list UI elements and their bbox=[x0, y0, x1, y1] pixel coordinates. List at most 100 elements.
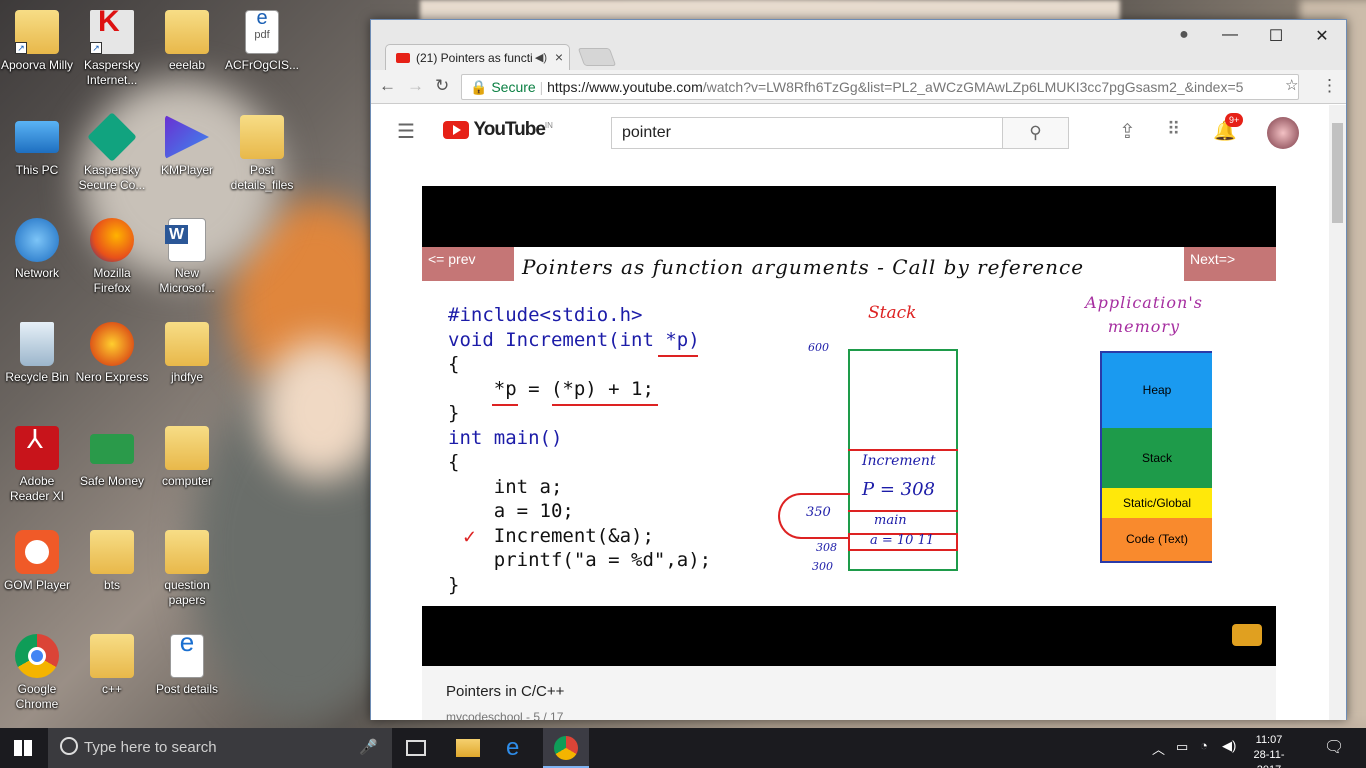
desktop-icon-computer[interactable]: computer bbox=[150, 426, 224, 489]
code-line: } bbox=[448, 573, 460, 596]
code-line: #include<stdio.h> bbox=[448, 304, 643, 326]
search-input[interactable]: pointer bbox=[611, 117, 1003, 149]
desktop-icon-apoorva[interactable]: ↗ Apoorva Milly bbox=[0, 10, 74, 73]
desktop-icon-this-pc[interactable]: This PC bbox=[0, 115, 74, 178]
code-line: printf("a = %d",a); bbox=[448, 549, 712, 571]
desktop-icon-adobe-reader[interactable]: ⅄ Adobe Reader XI bbox=[0, 426, 74, 504]
speaker-icon[interactable]: ◀) bbox=[535, 51, 547, 64]
minimize-button[interactable]: — bbox=[1215, 26, 1245, 44]
edge-icon[interactable]: e bbox=[506, 736, 530, 760]
notification-badge: 9+ bbox=[1225, 113, 1244, 127]
desktop-icon-question-papers[interactable]: question papers bbox=[150, 530, 224, 608]
search-button[interactable]: ⚲ bbox=[1003, 117, 1069, 149]
battery-icon[interactable]: ▭ bbox=[1176, 739, 1188, 755]
desktop-icon-new-microsoft[interactable]: W New Microsof... bbox=[150, 218, 224, 296]
secure-label: Secure bbox=[491, 79, 536, 95]
hamburger-menu-icon[interactable]: ☰ bbox=[397, 119, 415, 144]
desktop-icon-nero[interactable]: Nero Express bbox=[75, 322, 149, 385]
desktop-icon-jhdfye[interactable]: jhdfye bbox=[150, 322, 224, 385]
pdf-file-icon: e pdf bbox=[245, 8, 279, 54]
task-view-icon[interactable] bbox=[406, 740, 426, 756]
tab-strip: (21) Pointers as functi ◀) × ● — ☐ ✕ bbox=[371, 20, 1346, 71]
bookmark-star-icon[interactable]: ☆ bbox=[1285, 76, 1298, 94]
frame-label-increment: Increment bbox=[862, 453, 936, 469]
kaspersky-icon: K ↗ bbox=[90, 7, 134, 54]
desktop-icon-chrome[interactable]: Google Chrome bbox=[0, 634, 74, 712]
desktop-icon-acfr[interactable]: e pdf ACFrOgCIS... bbox=[225, 8, 300, 73]
wifi-icon[interactable]: ◔ bbox=[1200, 738, 1208, 753]
close-window-button[interactable]: ✕ bbox=[1307, 26, 1337, 46]
address-bar[interactable]: 🔒 Secure | https://www.youtube.com/watch… bbox=[461, 74, 1299, 100]
microphone-icon[interactable]: 🎤 bbox=[359, 738, 378, 756]
desktop-icon-label: jhdfye bbox=[170, 370, 204, 384]
new-tab-button[interactable] bbox=[577, 48, 617, 66]
stack-title: Stack bbox=[868, 303, 917, 323]
kaspersky-secure-icon bbox=[87, 112, 137, 162]
word-doc-icon: W bbox=[165, 218, 206, 262]
reload-icon[interactable]: ↻ bbox=[435, 76, 449, 96]
upload-icon[interactable]: ⇪ bbox=[1119, 119, 1136, 144]
avatar[interactable] bbox=[1267, 117, 1299, 149]
code-line: { bbox=[448, 353, 460, 375]
code-line: a = 10; bbox=[448, 500, 574, 522]
desktop-icon-label: eeelab bbox=[168, 58, 206, 72]
address-label: 600 bbox=[808, 341, 829, 354]
tab-youtube[interactable]: (21) Pointers as functi ◀) × bbox=[385, 44, 570, 71]
clock[interactable]: 11:07 28-11-2017 bbox=[1244, 733, 1294, 768]
desktop-icon-network[interactable]: Network bbox=[0, 218, 74, 281]
desktop-icon-safe-money[interactable]: Safe Money bbox=[75, 426, 149, 489]
profile-icon[interactable]: ● bbox=[1169, 26, 1199, 44]
youtube-logo[interactable]: YouTubeIN bbox=[443, 119, 553, 141]
desktop-icon-label: Recycle Bin bbox=[5, 370, 69, 384]
back-icon[interactable]: ← bbox=[379, 76, 396, 96]
file-explorer-icon[interactable] bbox=[456, 739, 480, 757]
cortana-icon bbox=[60, 737, 78, 755]
folder-icon bbox=[90, 634, 134, 678]
video-player[interactable]: <= prev Next=> Pointers as function argu… bbox=[422, 186, 1276, 666]
desktop-icon-label: This PC bbox=[15, 163, 59, 177]
desktop-icon-recycle-bin[interactable]: Recycle Bin bbox=[0, 322, 74, 385]
playlist-panel[interactable]: Pointers in C/C++ mycodeschool - 5 / 17 bbox=[422, 666, 1276, 720]
underline-mark bbox=[552, 404, 658, 406]
search-icon: ⚲ bbox=[1029, 123, 1042, 142]
chevron-up-icon[interactable]: ︿ bbox=[1152, 739, 1165, 758]
desktop-icon-bts[interactable]: bts bbox=[75, 530, 149, 593]
taskbar-search-input[interactable]: Type here to search 🎤 bbox=[48, 728, 392, 768]
tab-close-icon[interactable]: × bbox=[555, 49, 563, 65]
playlist-channel[interactable]: mycodeschool - 5 / 17 bbox=[446, 710, 563, 720]
apps-grid-icon[interactable]: ⠿ bbox=[1167, 119, 1180, 140]
desktop-icon-gom-player[interactable]: GOM Player bbox=[0, 530, 74, 593]
desktop-icon-label: ACFrOgCIS... bbox=[225, 58, 300, 72]
folder-icon bbox=[165, 10, 209, 54]
maximize-button[interactable]: ☐ bbox=[1261, 26, 1291, 46]
playlist-title[interactable]: Pointers in C/C++ bbox=[446, 683, 564, 700]
forward-icon[interactable]: → bbox=[407, 76, 424, 96]
desktop-icon-kaspersky-internet[interactable]: K ↗ Kaspersky Internet... bbox=[75, 7, 149, 88]
desktop-icon-cpp[interactable]: c++ bbox=[75, 634, 149, 697]
scrollbar-thumb[interactable] bbox=[1332, 123, 1343, 223]
notifications-icon[interactable]: 🗨 bbox=[1324, 737, 1344, 757]
taskbar: Type here to search 🎤 e ︿ ▭ ◔ ◀) 11:07 2… bbox=[0, 728, 1366, 768]
desktop-icon-kmplayer[interactable]: KMPlayer bbox=[150, 115, 224, 178]
desktop-icon-eeelab[interactable]: eeelab bbox=[150, 10, 224, 73]
frame-label-a: a = 10 11 bbox=[870, 533, 935, 548]
start-windows-icon[interactable] bbox=[14, 740, 32, 756]
folder-icon bbox=[165, 322, 209, 366]
volume-icon[interactable]: ◀) bbox=[1222, 738, 1236, 754]
page-scrollbar[interactable] bbox=[1329, 105, 1346, 720]
menu-dots-icon[interactable]: ⋮ bbox=[1321, 76, 1338, 96]
desktop-icon-kaspersky-secure[interactable]: Kaspersky Secure Co... bbox=[75, 112, 149, 193]
chrome-taskbar-button[interactable] bbox=[543, 728, 589, 768]
url-path: /watch?v=LW8Rfh6TzGg&list=PL2_aWCzGMAwLZ… bbox=[702, 79, 1244, 95]
youtube-header: ☰ YouTubeIN pointer ⚲ ⇪ ⠿ 🔔 9+ bbox=[371, 105, 1331, 161]
desktop-icon-label: Post details bbox=[155, 682, 219, 696]
desktop-icon-label: Kaspersky Internet... bbox=[83, 58, 141, 87]
frame-divider bbox=[848, 510, 958, 512]
desktop-icon-label: GOM Player bbox=[3, 578, 70, 592]
desktop-icon-post-details-files[interactable]: Post details_files bbox=[225, 115, 299, 193]
prev-label: <= prev bbox=[422, 247, 514, 281]
app-memory-title: Application's memory bbox=[1085, 293, 1203, 336]
desktop-icon-post-details[interactable]: e Post details bbox=[150, 629, 224, 697]
gom-player-icon bbox=[15, 530, 59, 574]
desktop-icon-firefox[interactable]: Mozilla Firefox bbox=[75, 218, 149, 296]
